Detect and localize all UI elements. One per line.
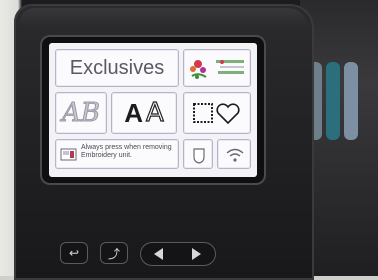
embroidery-unit-notice[interactable]: Always press when removing Embroidery un…: [55, 139, 179, 169]
arrow-left-icon[interactable]: [154, 248, 163, 260]
fonts-button[interactable]: A A: [111, 92, 177, 134]
needle-position-icon: ⤴: [107, 246, 120, 261]
exclusives-label: Exclusives: [69, 56, 165, 79]
machine-icon: [60, 148, 77, 161]
frame-square-heart-icon: [193, 103, 240, 125]
touch-screen: Exclusives AB A A Always press when remo…: [49, 43, 257, 177]
hardware-controls: ↩ ⤴: [60, 242, 220, 270]
shield-icon: [193, 148, 205, 164]
thread-spool-icon: [326, 62, 340, 140]
fancy-alphabet-icon: AB: [62, 98, 101, 129]
notice-text: Always press when removing Embroidery un…: [81, 144, 172, 159]
embroidery-designs-button[interactable]: [183, 49, 251, 87]
exclusives-button[interactable]: Exclusives: [55, 49, 179, 87]
back-arrow-icon: ↩: [68, 246, 80, 260]
navigation-pill: [140, 242, 216, 266]
back-button[interactable]: ↩: [60, 242, 88, 264]
arrow-right-icon[interactable]: [192, 248, 201, 260]
needle-button[interactable]: ⤴: [100, 242, 128, 264]
font-glyph-bold: A: [124, 97, 143, 128]
font-glyph-outline: A: [145, 97, 164, 128]
wifi-icon: [226, 148, 244, 162]
frames-shapes-button[interactable]: [183, 92, 251, 134]
shield-button[interactable]: [183, 139, 213, 169]
wifi-button[interactable]: [217, 139, 251, 169]
fancy-alphabet-button[interactable]: AB: [55, 92, 107, 134]
thread-spool-icon: [344, 62, 358, 140]
embroidery-designs-icon: [190, 60, 244, 79]
